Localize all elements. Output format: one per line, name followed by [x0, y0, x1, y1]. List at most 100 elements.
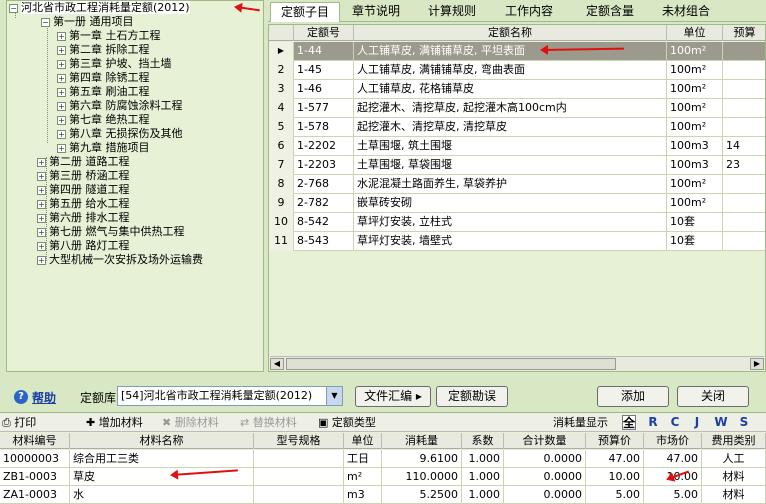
col-header[interactable]: 单位	[344, 433, 382, 449]
tree-volume[interactable]: + 第六册 排水工程	[37, 211, 130, 225]
quota-type-button[interactable]: ▣ 定额类型	[318, 415, 376, 430]
expand-icon[interactable]: +	[37, 255, 46, 265]
printer-icon[interactable]: ⎙ 打印	[2, 415, 36, 430]
col-header[interactable]: 单位	[667, 25, 723, 41]
expand-icon[interactable]: +	[57, 31, 66, 41]
filter-s[interactable]: S	[737, 415, 751, 430]
collapse-icon[interactable]: −	[41, 17, 50, 27]
expand-icon[interactable]: +	[37, 185, 46, 195]
delete-material-button[interactable]: ✖ 删除材料	[162, 415, 219, 430]
expand-icon[interactable]: +	[37, 199, 46, 209]
col-header[interactable]: 市场价	[644, 433, 702, 449]
scroll-thumb[interactable]	[286, 358, 616, 370]
table-row[interactable]: 3 1-46 人工铺草皮, 花格铺草皮 100m²	[269, 80, 765, 99]
expand-icon[interactable]: +	[37, 157, 46, 167]
table-row[interactable]: 7 1-2203 土草围堰, 草袋围堰 100m3 23	[269, 156, 765, 175]
col-header[interactable]: 型号规格	[254, 433, 344, 449]
tab-work-content[interactable]: 工作内容	[494, 2, 564, 22]
horizontal-scrollbar[interactable]: ◀ ▶	[270, 356, 764, 370]
table-row[interactable]: 6 1-2202 土草围堰, 筑土围堰 100m3 14	[269, 137, 765, 156]
tree-chapter[interactable]: + 第二章 拆除工程	[57, 43, 150, 57]
filter-c[interactable]: C	[668, 415, 682, 430]
tree-volume[interactable]: + 第七册 燃气与集中供热工程	[37, 225, 185, 239]
expand-icon[interactable]: +	[37, 171, 46, 181]
expand-icon[interactable]: +	[57, 73, 66, 83]
expand-icon[interactable]: +	[57, 129, 66, 139]
collapse-icon[interactable]: −	[9, 3, 18, 13]
col-header[interactable]: 消耗量	[382, 433, 462, 449]
add-button[interactable]: 添加	[597, 386, 669, 407]
quota-errata-button[interactable]: 定额勘误	[436, 386, 508, 407]
tree-volume[interactable]: + 大型机械一次安拆及场外运输费	[37, 253, 203, 267]
expand-icon[interactable]: +	[57, 143, 66, 153]
cell-unit: 100m²	[667, 175, 723, 194]
table-row[interactable]: 10 8-542 草坪灯安装, 立柱式 10套	[269, 213, 765, 232]
replace-material-button[interactable]: ⇄ 替换材料	[240, 415, 297, 430]
table-row[interactable]: 9 2-782 嵌草砖安砌 100m²	[269, 194, 765, 213]
tab-quota-items[interactable]: 定额子目	[270, 2, 340, 22]
tree-volume[interactable]: + 第三册 桥涵工程	[37, 169, 130, 183]
help-link[interactable]: 帮助	[32, 389, 56, 406]
table-row[interactable]: 5 1-578 起挖灌木、清挖草皮, 清挖草皮 100m²	[269, 118, 765, 137]
col-header[interactable]: 定额号	[294, 25, 354, 41]
tree-volume-1[interactable]: − 第一册 通用项目	[41, 15, 134, 29]
cell-name: 起挖灌木、清挖草皮, 起挖灌木高100cm内	[354, 99, 667, 118]
table-row[interactable]: ▶ 1-44 人工铺草皮, 满铺铺草皮, 平坦表面 100m²	[269, 42, 765, 61]
tree-chapter[interactable]: + 第三章 护坡、挡土墙	[57, 57, 172, 71]
filter-all[interactable]: 全	[622, 415, 636, 430]
col-header[interactable]: 预算	[723, 25, 765, 41]
expand-icon[interactable]: +	[57, 115, 66, 125]
expand-icon[interactable]: +	[57, 45, 66, 55]
tree-volume[interactable]: + 第五册 给水工程	[37, 197, 130, 211]
scroll-left-icon[interactable]: ◀	[270, 358, 284, 370]
col-header[interactable]: 合计数量	[504, 433, 586, 449]
dropdown-arrow-icon[interactable]: ▼	[326, 387, 342, 405]
filter-w[interactable]: W	[714, 415, 728, 430]
tree-chapter[interactable]: + 第一章 土石方工程	[57, 29, 161, 43]
tree-chapter[interactable]: + 第八章 无损探伤及其他	[57, 127, 183, 141]
file-compile-button[interactable]: 文件汇编 ▸	[355, 386, 431, 407]
col-header[interactable]: 材料名称	[70, 433, 254, 449]
add-material-button[interactable]: ✚ 增加材料	[86, 415, 143, 430]
expand-icon[interactable]: +	[57, 59, 66, 69]
tree-root[interactable]: − 河北省市政工程消耗量定额(2012)	[9, 1, 190, 15]
tree-chapter[interactable]: + 第四章 除锈工程	[57, 71, 150, 85]
tree-volume[interactable]: + 第二册 道路工程	[37, 155, 130, 169]
tree-chapter[interactable]: + 第七章 绝热工程	[57, 113, 150, 127]
tab-material-combo[interactable]: 未材组合	[652, 2, 720, 22]
expand-icon[interactable]: +	[37, 241, 46, 251]
tree-volume[interactable]: + 第八册 路灯工程	[37, 239, 130, 253]
table-row[interactable]: ZB1-0003 草皮 m² 110.0000 1.000 0.0000 10.00 10.0…	[0, 468, 766, 486]
expand-icon[interactable]: +	[57, 87, 66, 97]
table-row[interactable]: ZA1-0003 水 m3 5.2500 1.000 0.0000 5.00 5.00 材料	[0, 486, 766, 504]
tab-calc-rules[interactable]: 计算规则	[418, 2, 486, 22]
table-row[interactable]: 4 1-577 起挖灌木、清挖草皮, 起挖灌木高100cm内 100m²	[269, 99, 765, 118]
tree-chapter[interactable]: + 第九章 措施项目	[57, 141, 150, 155]
tree-volume[interactable]: + 第四册 隧道工程	[37, 183, 130, 197]
cell-cat: 人工	[702, 450, 766, 468]
col-header[interactable]: 费用类别	[702, 433, 766, 449]
table-row[interactable]: 11 8-543 草坪灯安装, 墙壁式 10套	[269, 232, 765, 251]
expand-icon[interactable]: +	[37, 227, 46, 237]
tree-chapter[interactable]: + 第五章 刷油工程	[57, 85, 150, 99]
tree-chapter[interactable]: + 第六章 防腐蚀涂料工程	[57, 99, 183, 113]
col-header[interactable]: 材料编号	[0, 433, 70, 449]
filter-r[interactable]: R	[646, 415, 660, 430]
scroll-right-icon[interactable]: ▶	[750, 358, 764, 370]
filter-j[interactable]: J	[690, 415, 704, 430]
help-icon[interactable]: ?	[14, 390, 28, 404]
col-header[interactable]: 定额名称	[354, 25, 667, 41]
table-row[interactable]: 10000003 综合用工三类 工日 9.6100 1.000 0.0000 47.00 47…	[0, 450, 766, 468]
expand-icon[interactable]: +	[57, 101, 66, 111]
table-row[interactable]: 8 2-768 水泥混凝土路面养生, 草袋养护 100m²	[269, 175, 765, 194]
close-button[interactable]: 关闭	[677, 386, 749, 407]
tab-chapter-notes[interactable]: 章节说明	[344, 2, 408, 22]
quota-library-select[interactable]: [54]河北省市政工程消耗量定额(2012) ▼	[117, 386, 343, 406]
cell-code: 2-782	[294, 194, 354, 213]
table-row[interactable]: 2 1-45 人工铺草皮, 满铺铺草皮, 弯曲表面 100m²	[269, 61, 765, 80]
col-header[interactable]: 系数	[462, 433, 504, 449]
tab-quota-content[interactable]: 定额含量	[574, 2, 646, 22]
col-header[interactable]: 预算价	[586, 433, 644, 449]
expand-icon[interactable]: +	[37, 213, 46, 223]
cell-qty: 110.0000	[382, 468, 462, 486]
